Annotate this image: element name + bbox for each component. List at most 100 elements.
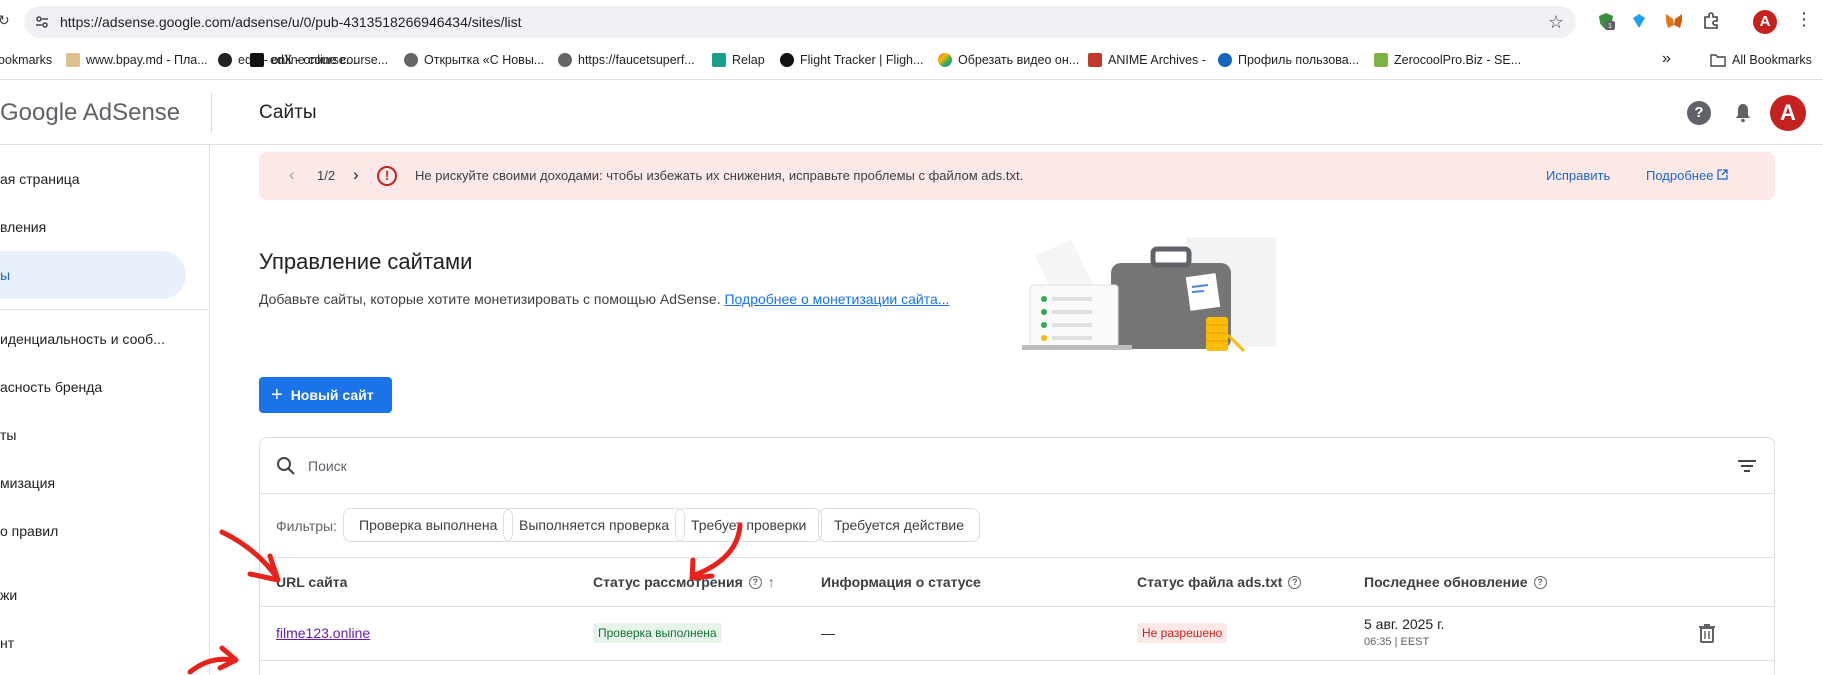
sites-illustration	[1022, 237, 1276, 353]
table-header: URL сайта Статус рассмотрения? ↑ Информац…	[260, 558, 1774, 607]
search-icon	[277, 457, 295, 475]
filter-chip-review-done[interactable]: Проверка выполнена	[343, 508, 514, 542]
profile-icon	[1218, 53, 1232, 67]
bookmark-item[interactable]: ZerocoolPro.Biz - SE...	[1374, 53, 1521, 67]
bookmark-favicon	[66, 53, 80, 67]
column-header-url[interactable]: URL сайта	[276, 574, 347, 590]
account-avatar[interactable]: A	[1770, 95, 1806, 131]
url-text[interactable]: https://adsense.google.com/adsense/u/0/p…	[60, 14, 522, 30]
sidebar-item-optimization[interactable]: мизация	[0, 459, 186, 507]
bookmark-item[interactable]: Профиль пользова...	[1218, 53, 1359, 67]
ads-txt-alert-banner: ‹ 1/2 › ! Не рискуйте своими доходами: ч…	[259, 152, 1775, 200]
bookmark-favicon	[218, 53, 232, 67]
column-header-status-info: Информация о статусе	[821, 574, 981, 590]
dollar-icon	[1374, 53, 1388, 67]
section-description: Добавьте сайты, которые хотите монетизир…	[259, 291, 949, 307]
column-header-last-updated: Последнее обновление?	[1364, 574, 1547, 590]
sidebar-item-sites[interactable]: ы	[0, 251, 186, 299]
globe-icon	[558, 53, 572, 67]
sidebar-divider	[0, 309, 210, 310]
sidebar-item-ads[interactable]: вления	[0, 203, 186, 251]
error-icon: !	[377, 166, 397, 186]
bookmark-item[interactable]: Relap	[712, 53, 765, 67]
site-info-icon[interactable]	[34, 14, 50, 30]
header-divider	[211, 93, 212, 133]
column-header-review-status[interactable]: Статус рассмотрения? ↑	[593, 574, 775, 590]
flight-tracker-icon	[780, 53, 794, 67]
bookmarks-bar: ookmarks www.bpay.md - Пла... edX - onli…	[0, 44, 1823, 80]
bookmark-item[interactable]: ANIME Archives -	[1088, 53, 1206, 67]
bookmark-item[interactable]: Обрезать видео он...	[938, 53, 1079, 67]
extensions-puzzle-icon[interactable]	[1701, 11, 1721, 31]
sidebar-item-account[interactable]: нт	[0, 619, 186, 667]
external-link-icon	[1717, 169, 1728, 180]
globe-icon	[404, 53, 418, 67]
sidebar-item-payments[interactable]: жи	[0, 571, 186, 619]
sidebar-nav: ая страница вления ы иденциальность и со…	[0, 145, 210, 675]
bookmark-item[interactable]: www.bpay.md - Пла...	[66, 53, 208, 67]
bookmark-item[interactable]: edX - online course...	[250, 53, 388, 67]
alert-pager: 1/2	[317, 168, 336, 183]
help-circle-icon[interactable]: ?	[748, 575, 762, 589]
plus-icon: +	[271, 384, 283, 406]
bookmark-item[interactable]: Flight Tracker | Fligh...	[780, 53, 923, 67]
table-row: filme123.online Проверка выполнена — Не …	[260, 607, 1774, 661]
diamond-extension-icon[interactable]	[1629, 11, 1649, 31]
search-input[interactable]	[308, 454, 1508, 478]
sidebar-item-home[interactable]: ая страница	[0, 155, 186, 203]
filters-row: Фильтры: Проверка выполнена Выполняется …	[260, 494, 1774, 558]
monetization-learn-more-link[interactable]: Подробнее о монетизации сайта...	[724, 291, 949, 307]
review-status-badge: Проверка выполнена	[593, 623, 722, 643]
search-row	[260, 438, 1774, 494]
browser-profile-avatar[interactable]: A	[1753, 10, 1777, 34]
reload-icon[interactable]: ↻	[0, 12, 10, 29]
sidebar-item-policy-center[interactable]: о правил	[0, 507, 186, 555]
sidebar-item-reports[interactable]: ты	[0, 411, 186, 459]
address-bar[interactable]: https://adsense.google.com/adsense/u/0/p…	[24, 6, 1576, 38]
folder-icon	[1710, 54, 1726, 67]
delete-trash-icon[interactable]	[1698, 623, 1716, 643]
all-bookmarks[interactable]: All Bookmarks	[1710, 53, 1812, 67]
status-info-value: —	[821, 625, 835, 641]
chevron-right-icon[interactable]: ›	[353, 165, 359, 185]
learn-more-link[interactable]: Подробнее	[1646, 168, 1728, 183]
metamask-extension-icon[interactable]	[1664, 11, 1684, 31]
edx-icon	[250, 53, 264, 67]
sidebar-item-brand-safety[interactable]: асность бренда	[0, 363, 186, 411]
filter-chip-action-required[interactable]: Требуется действие	[818, 508, 981, 542]
help-circle-icon[interactable]: ?	[1288, 575, 1302, 589]
filter-list-icon[interactable]	[1736, 456, 1758, 476]
last-updated-date: 5 авг. 2025 г.	[1364, 616, 1445, 632]
svg-text:1: 1	[1608, 23, 1612, 30]
site-url-link[interactable]: filme123.online	[276, 625, 370, 641]
relap-icon	[712, 53, 726, 67]
bookmark-favicon	[938, 53, 952, 67]
adsense-logo[interactable]: Google AdSense	[0, 99, 180, 127]
column-header-ads-txt: Статус файла ads.txt?	[1137, 574, 1302, 590]
anime-icon	[1088, 53, 1102, 67]
browser-menu-icon[interactable]: ⋮	[1795, 9, 1813, 30]
alert-message: Не рискуйте своими доходами: чтобы избеж…	[415, 168, 1024, 183]
new-site-label: Новый сайт	[290, 387, 374, 403]
chevron-left-icon[interactable]: ‹	[289, 165, 295, 185]
fix-link[interactable]: Исправить	[1546, 168, 1610, 183]
sites-table-card: Фильтры: Проверка выполнена Выполняется …	[259, 437, 1775, 675]
filter-chip-review-in-progress[interactable]: Выполняется проверка	[503, 508, 686, 542]
more-bookmarks-chevron-icon[interactable]: »	[1662, 50, 1671, 68]
bookmark-item[interactable]: ookmarks	[0, 53, 52, 67]
page-title: Сайты	[259, 102, 317, 123]
bookmark-star-icon[interactable]: ☆	[1548, 12, 1564, 33]
bookmark-item[interactable]: Открытка «С Новы...	[404, 53, 544, 67]
new-site-button[interactable]: + Новый сайт	[259, 377, 392, 413]
shield-extension-icon[interactable]: 1	[1596, 11, 1616, 31]
sort-ascending-icon[interactable]: ↑	[768, 574, 775, 590]
sidebar-item-privacy[interactable]: иденциальность и сооб...	[0, 315, 186, 363]
filter-chip-needs-review[interactable]: Требует проверки	[675, 508, 823, 542]
bookmark-item[interactable]: https://faucetsuperf...	[558, 53, 695, 67]
ads-txt-status-badge: Не разрешено	[1137, 623, 1228, 643]
help-icon[interactable]: ?	[1687, 101, 1711, 125]
last-updated-time: 06:35 | EEST	[1364, 636, 1430, 648]
notifications-bell-icon[interactable]	[1731, 101, 1755, 125]
adsense-header: Google AdSense Сайты ? A	[0, 81, 1823, 145]
help-circle-icon[interactable]: ?	[1533, 575, 1547, 589]
